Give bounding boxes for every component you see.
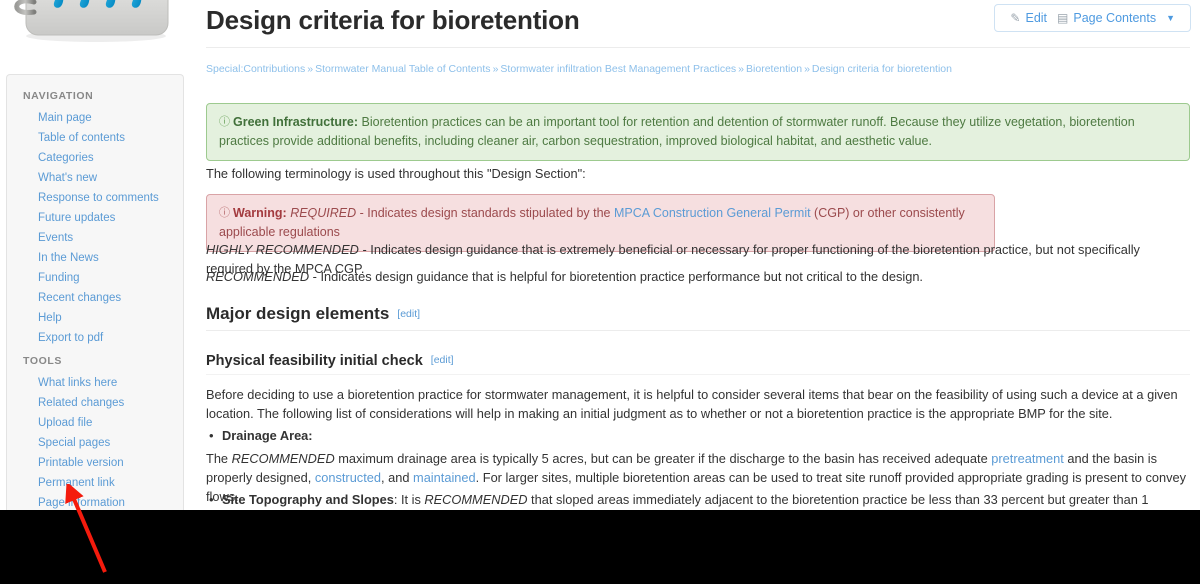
sidebar-item-response-to-comments[interactable]: Response to comments <box>7 188 183 208</box>
text-segment: , and <box>381 470 414 485</box>
edit-section-link[interactable]: [edit] <box>397 308 420 320</box>
breadcrumb-separator: » <box>738 63 745 75</box>
section-divider <box>206 330 1190 331</box>
text-segment: : It is <box>393 492 425 507</box>
sidebar-item-related-changes[interactable]: Related changes <box>7 393 183 413</box>
breadcrumb-separator: » <box>307 63 314 75</box>
list-icon: ▤ <box>1057 11 1069 25</box>
breadcrumb-separator: » <box>804 63 810 75</box>
sidebar-item-categories[interactable]: Categories <box>7 148 183 168</box>
sidebar-item-page-information[interactable]: Page information <box>7 493 183 510</box>
sidebar-item-whats-new[interactable]: What's new <box>7 168 183 188</box>
sidebar-item-export-to-pdf[interactable]: Export to pdf <box>7 328 183 348</box>
page-contents-dropdown[interactable]: ▤ Page Contents ▼ <box>1052 11 1180 25</box>
wiki-page: NAVIGATION Main page Table of contents C… <box>0 0 1200 510</box>
sidebar-item-permanent-link[interactable]: Permanent link <box>7 473 183 493</box>
warning-text-before-link: - Indicates design standards stipulated … <box>356 206 614 220</box>
definition-recommended: RECOMMENDED - Indicates design guidance … <box>206 267 1190 286</box>
sidebar-item-table-of-contents[interactable]: Table of contents <box>7 128 183 148</box>
section-heading-major-design-elements: Major design elements [edit] <box>206 303 420 325</box>
pretreatment-link[interactable]: pretreatment <box>991 451 1064 466</box>
sidebar-item-main-page[interactable]: Main page <box>7 108 183 128</box>
section-heading-text: Physical feasibility initial check <box>206 353 423 369</box>
page-action-bar: ✎ Edit ▤ Page Contents ▼ <box>994 4 1191 32</box>
sidebar-item-recent-changes[interactable]: Recent changes <box>7 288 183 308</box>
sidebar-heading-navigation: NAVIGATION <box>23 90 94 102</box>
sidebar-nav-panel: NAVIGATION Main page Table of contents C… <box>6 74 184 510</box>
sidebar-item-funding[interactable]: Funding <box>7 268 183 288</box>
section-divider <box>206 374 1190 375</box>
sidebar-item-help[interactable]: Help <box>7 308 183 328</box>
sidebar-item-printable-version[interactable]: Printable version <box>7 453 183 473</box>
sidebar-item-events[interactable]: Events <box>7 228 183 248</box>
feasibility-intro-paragraph: Before deciding to use a bioretention pr… <box>206 387 1178 421</box>
warning-required-term: REQUIRED <box>290 206 357 220</box>
breadcrumb: Special:Contributions» Stormwater Manual … <box>206 62 952 76</box>
section-heading-physical-feasibility: Physical feasibility initial check [edit] <box>206 350 454 371</box>
sidebar-item-upload-file[interactable]: Upload file <box>7 413 183 433</box>
rain-notebook-logo-icon <box>14 0 169 42</box>
breadcrumb-item-4[interactable]: Design criteria for bioretention <box>812 63 952 75</box>
page-contents-label: Page Contents <box>1073 11 1157 25</box>
definition-term: RECOMMENDED <box>206 269 310 284</box>
section-heading-text: Major design elements <box>206 304 390 323</box>
breadcrumb-item-2[interactable]: Stormwater infiltration Best Management … <box>500 63 736 75</box>
main-content: Design criteria for bioretention ✎ Edit … <box>190 0 1200 510</box>
green-notice-label: Green Infrastructure: <box>233 115 359 129</box>
info-circle-icon: ⓘ <box>219 207 230 219</box>
bullet-label-drainage-area: Drainage Area: <box>222 428 313 443</box>
terminology-intro: The following terminology is used throug… <box>206 166 586 181</box>
text-segment: The <box>206 451 232 466</box>
title-divider <box>206 47 1190 48</box>
site-logo[interactable] <box>4 0 184 66</box>
definition-term: HIGHLY RECOMMENDED <box>206 242 359 257</box>
edit-section-link[interactable]: [edit] <box>431 354 454 366</box>
recommended-term: RECOMMENDED <box>231 451 335 466</box>
page-title: Design criteria for bioretention <box>206 5 580 35</box>
mpca-permit-link[interactable]: MPCA Construction General Permit <box>614 206 811 220</box>
list-item: Drainage Area: <box>209 426 1190 445</box>
warning-label: Warning: <box>233 206 287 220</box>
sidebar-item-in-the-news[interactable]: In the News <box>7 248 183 268</box>
text-segment: maximum drainage area is typically 5 acr… <box>334 451 992 466</box>
sidebar-item-future-updates[interactable]: Future updates <box>7 208 183 228</box>
breadcrumb-item-0[interactable]: Special:Contributions <box>206 63 305 75</box>
breadcrumb-item-3[interactable]: Bioretention <box>746 63 802 75</box>
pencil-icon: ✎ <box>1010 11 1021 25</box>
sidebar-heading-tools: TOOLS <box>23 355 62 367</box>
sidebar-item-special-pages[interactable]: Special pages <box>7 433 183 453</box>
edit-button-label: Edit <box>1025 11 1048 25</box>
info-circle-icon: ⓘ <box>219 116 230 128</box>
sidebar: NAVIGATION Main page Table of contents C… <box>0 0 190 510</box>
green-infrastructure-notice: ⓘ Green Infrastructure: Bioretention prac… <box>206 103 1190 161</box>
list-item: Site Topography and Slopes: It is RECOMM… <box>209 490 1190 510</box>
breadcrumb-separator: » <box>492 63 499 75</box>
breadcrumb-item-1[interactable]: Stormwater Manual Table of Contents <box>315 63 490 75</box>
sidebar-item-what-links-here[interactable]: What links here <box>7 373 183 393</box>
constructed-link[interactable]: constructed <box>315 470 381 485</box>
maintained-link[interactable]: maintained <box>413 470 476 485</box>
recommended-term: RECOMMENDED <box>424 492 528 507</box>
chevron-down-icon: ▼ <box>1166 12 1175 23</box>
definition-text: - Indicates design guidance that is help… <box>309 269 923 284</box>
edit-button[interactable]: ✎ Edit <box>1005 11 1052 25</box>
bullet-label-site-topography: Site Topography and Slopes <box>222 492 394 507</box>
